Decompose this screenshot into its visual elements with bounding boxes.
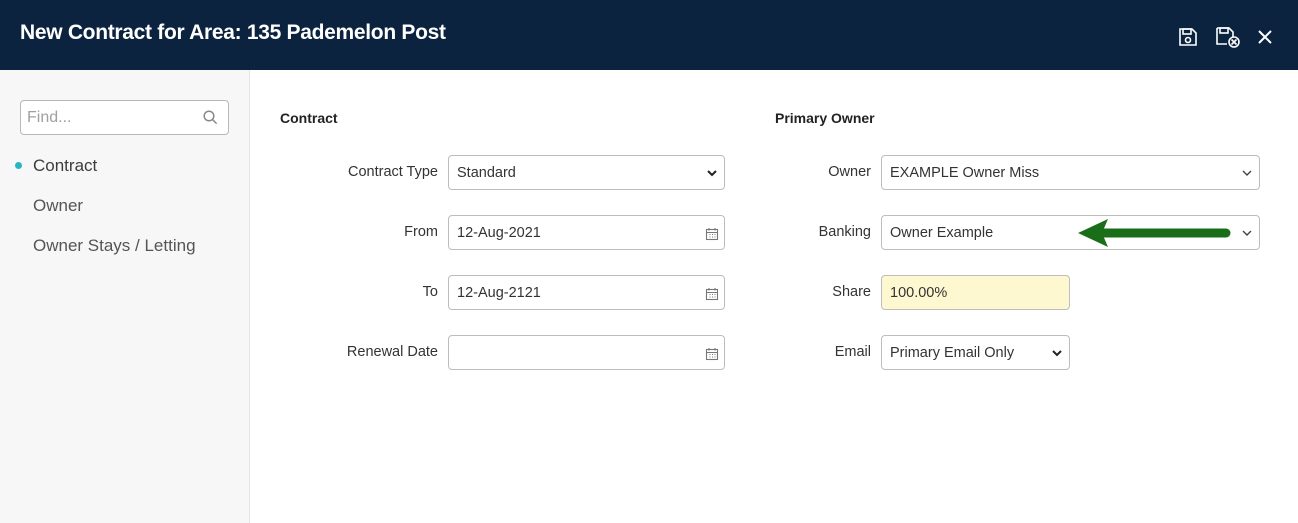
email-value: Primary Email Only (890, 344, 1015, 361)
save-button[interactable] (1175, 24, 1201, 50)
window-header: New Contract for Area: 135 Pademelon Pos… (0, 0, 1298, 70)
chevron-down-icon (1242, 230, 1252, 236)
search-input[interactable] (21, 101, 196, 134)
chevron-down-icon (1242, 170, 1252, 176)
to-date-value: 12-Aug-2121 (457, 284, 541, 301)
from-label: From (404, 224, 438, 240)
owner-value: EXAMPLE Owner Miss (890, 164, 1040, 181)
close-icon (1258, 30, 1272, 44)
sidebar-item-contract[interactable]: Contract (33, 156, 97, 176)
banking-value: Owner Example (890, 224, 994, 241)
calendar-icon[interactable] (705, 227, 719, 241)
banking-label: Banking (818, 224, 871, 240)
owner-select[interactable]: EXAMPLE Owner Miss (881, 155, 1260, 190)
share-value: 100.00% (890, 284, 948, 301)
contract-type-label: Contract Type (347, 164, 438, 180)
renewal-date-field[interactable] (448, 335, 725, 370)
share-input[interactable]: 100.00% (881, 275, 1070, 310)
email-select[interactable]: Primary Email Only (881, 335, 1070, 370)
contract-type-select[interactable]: Standard (448, 155, 725, 190)
save-close-icon (1216, 27, 1240, 48)
save-close-button[interactable] (1215, 24, 1241, 50)
contract-section-title: Contract (280, 110, 338, 126)
chevron-down-icon (707, 170, 717, 177)
sidebar-item-owner[interactable]: Owner (33, 196, 83, 216)
search-box (20, 100, 229, 135)
sidebar: Contract Owner Owner Stays / Letting (0, 70, 250, 523)
from-date-value: 12-Aug-2021 (457, 224, 541, 241)
owner-label: Owner (828, 164, 871, 180)
active-indicator-dot (15, 162, 22, 169)
from-date-field[interactable]: 12-Aug-2021 (448, 215, 725, 250)
sidebar-item-owner-stays-letting[interactable]: Owner Stays / Letting (33, 236, 196, 256)
primary-owner-section-title: Primary Owner (775, 110, 875, 126)
email-label: Email (834, 344, 871, 360)
window-title: New Contract for Area: 135 Pademelon Pos… (20, 21, 446, 44)
annotation-arrow-icon (1078, 219, 1231, 247)
calendar-icon[interactable] (705, 287, 719, 301)
contract-type-value: Standard (457, 164, 516, 181)
share-label: Share (832, 284, 871, 300)
close-button[interactable] (1252, 24, 1278, 50)
to-date-field[interactable]: 12-Aug-2121 (448, 275, 725, 310)
calendar-icon[interactable] (705, 347, 719, 361)
to-label: To (422, 284, 438, 300)
search-icon[interactable] (203, 110, 218, 125)
renewal-date-label: Renewal Date (346, 344, 438, 360)
chevron-down-icon (1052, 350, 1062, 357)
save-icon (1179, 28, 1197, 46)
